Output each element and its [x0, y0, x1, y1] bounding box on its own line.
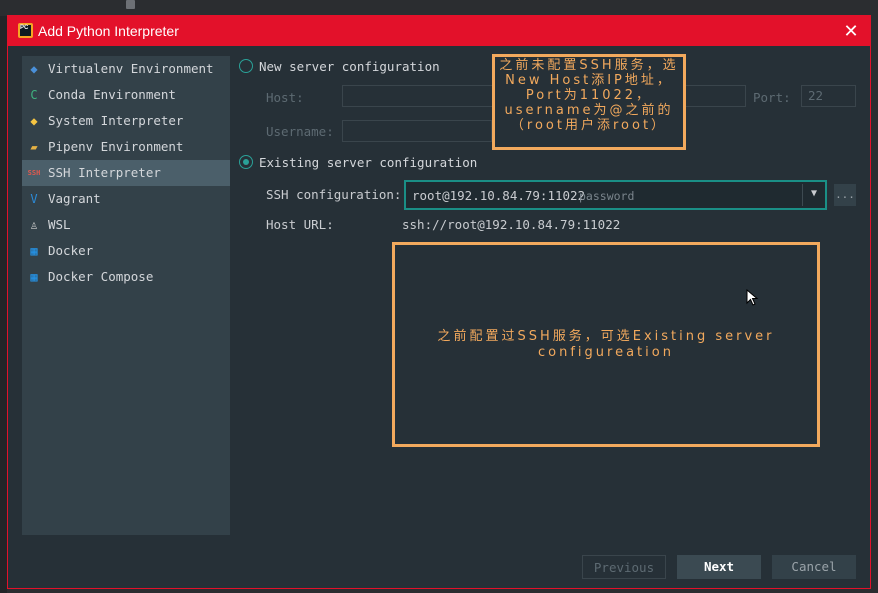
pycharm-icon: PC [18, 23, 33, 38]
docker-compose-icon: ▦ [30, 270, 38, 284]
sidebar-item-label: SSH Interpreter [48, 165, 161, 180]
add-python-interpreter-dialog: PC Add Python Interpreter ✕ ◆ Virtualenv … [7, 15, 871, 589]
sidebar-item-system-interpreter[interactable]: ◆ System Interpreter [22, 108, 230, 134]
existing-server-radio[interactable] [239, 155, 253, 169]
ssh-config-hint: password [579, 189, 635, 203]
sidebar-item-pipenv-environment[interactable]: ▰ Pipenv Environment [22, 134, 230, 160]
username-label: Username: [266, 124, 334, 139]
cancel-button[interactable]: Cancel [772, 555, 856, 579]
sidebar-item-label: System Interpreter [48, 113, 184, 128]
sidebar-item-label: Pipenv Environment [48, 139, 184, 154]
dialog-title: Add Python Interpreter [38, 23, 179, 39]
sidebar-item-conda-environment[interactable]: C Conda Environment [22, 82, 230, 108]
previous-button[interactable]: Previous [582, 555, 666, 579]
background-icon [126, 0, 135, 9]
sidebar-item-label: Conda Environment [48, 87, 176, 102]
sidebar-item-label: WSL [48, 217, 71, 232]
sidebar-item-label: Docker [48, 243, 94, 258]
annotation-existing-text: 之前配置过SSH服务，可选Existing server configureat… [437, 329, 775, 360]
new-server-radio[interactable] [239, 59, 253, 73]
ssh-config-dropdown[interactable]: root@192.10.84.79:11022 password ▼ [404, 180, 827, 210]
sidebar-item-label: Vagrant [48, 191, 101, 206]
sidebar-item-ssh-interpreter[interactable]: SSH SSH Interpreter [22, 160, 230, 186]
interpreter-type-list: ◆ Virtualenv Environment C Conda Environmen… [22, 56, 230, 535]
annotation-new-server: 之前未配置SSH服务，选New Host添IP地址，Port为11022，use… [492, 54, 686, 150]
sidebar-item-label: Docker Compose [48, 269, 154, 284]
python-icon: ◆ [30, 114, 38, 128]
pipenv-icon: ▰ [30, 140, 38, 154]
port-input[interactable]: 22 [801, 85, 856, 107]
sidebar-item-docker-compose[interactable]: ▦ Docker Compose [22, 264, 230, 290]
sidebar-item-docker[interactable]: ▦ Docker [22, 238, 230, 264]
host-url-label: Host URL: [266, 217, 334, 232]
ssh-icon: SSH [27, 169, 41, 177]
docker-icon: ▦ [30, 244, 38, 258]
background-panel [0, 16, 7, 593]
chevron-down-icon[interactable]: ▼ [808, 187, 820, 201]
title-bar: PC Add Python Interpreter ✕ [8, 16, 870, 46]
dropdown-separator [802, 184, 803, 206]
existing-server-label: Existing server configuration [259, 155, 478, 170]
background-window [0, 0, 878, 16]
browse-ssh-configs-button[interactable]: ... [834, 184, 856, 206]
username-input[interactable] [342, 120, 492, 142]
linux-icon: ♙ [30, 218, 38, 232]
annotation-existing-server: 之前配置过SSH服务，可选Existing server configureat… [392, 242, 820, 447]
ssh-config-value: root@192.10.84.79:11022 [412, 188, 586, 203]
host-url-value: ssh://root@192.10.84.79:11022 [402, 217, 621, 232]
sidebar-item-label: Virtualenv Environment [48, 61, 214, 76]
sidebar-item-virtualenv-environment[interactable]: ◆ Virtualenv Environment [22, 56, 230, 82]
ssh-config-label: SSH configuration: [266, 187, 402, 202]
next-button[interactable]: Next [677, 555, 761, 579]
sidebar-item-wsl[interactable]: ♙ WSL [22, 212, 230, 238]
conda-icon: C [30, 88, 38, 102]
virtualenv-icon: ◆ [30, 62, 38, 76]
close-icon[interactable]: ✕ [840, 20, 862, 42]
sidebar-item-vagrant[interactable]: V Vagrant [22, 186, 230, 212]
host-label: Host: [266, 90, 304, 105]
port-label: Port: [753, 90, 791, 105]
new-server-label: New server configuration [259, 59, 440, 74]
vagrant-icon: V [30, 192, 38, 206]
mouse-cursor-icon [746, 289, 759, 306]
